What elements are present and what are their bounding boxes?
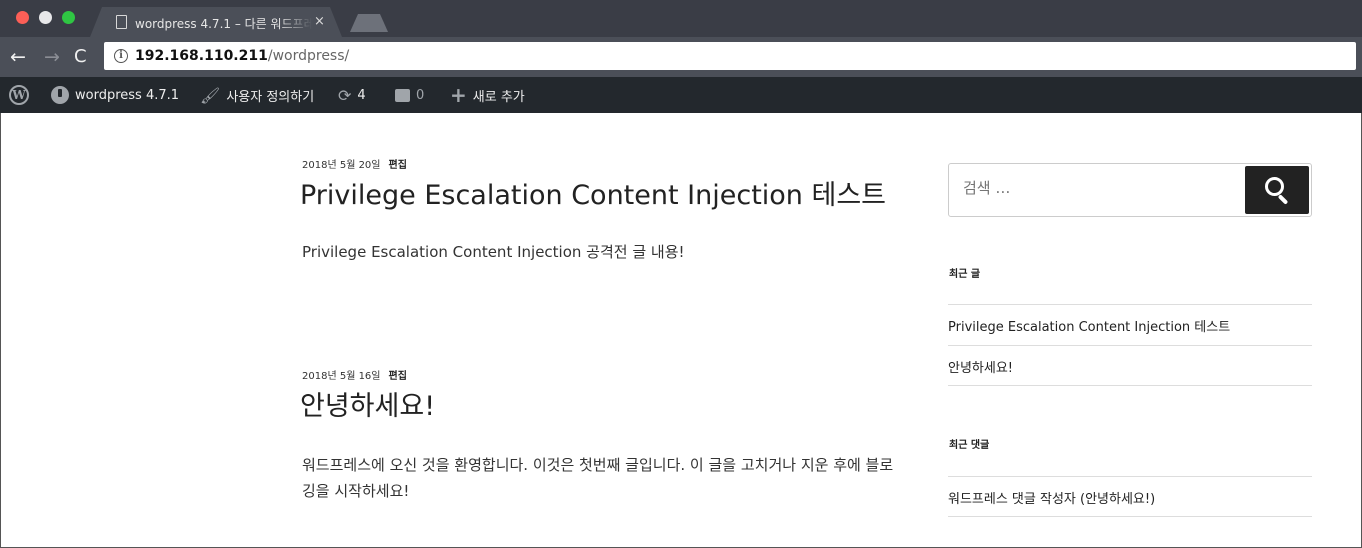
comments-count: 0: [416, 87, 425, 103]
edit-post-link[interactable]: 편집: [389, 371, 407, 382]
address-bar[interactable]: i 192.168.110.211/wordpress/: [104, 42, 1356, 70]
back-arrow-icon[interactable]: ←: [10, 45, 26, 69]
wordpress-logo-icon: W: [9, 85, 29, 105]
post-title[interactable]: Privilege Escalation Content Injection 테…: [300, 173, 886, 212]
paintbrush-icon: 🖌: [200, 85, 221, 105]
new-content-label: 새로 추가: [472, 89, 525, 105]
customize-label: 사용자 정의하기: [226, 89, 315, 105]
recent-post-link[interactable]: Privilege Escalation Content Injection 테…: [948, 304, 1312, 345]
browser-toolbar: ← → C i 192.168.110.211/wordpress/: [0, 37, 1362, 77]
browser-tabstrip: wordpress 4.7.1 – 다른 워드프레스 ×: [0, 0, 1362, 37]
updates-link[interactable]: ⟳ 4: [338, 77, 366, 113]
post-date[interactable]: 2018년 5월 20일: [302, 160, 381, 171]
page-content: 2018년 5월 20일 편집 Privilege Escalation Cont…: [0, 113, 1362, 548]
recent-posts-title: 최근 글: [949, 269, 981, 280]
recent-posts-list: Privilege Escalation Content Injection 테…: [948, 304, 1312, 386]
post-date[interactable]: 2018년 5월 16일: [302, 371, 381, 382]
wp-admin-bar: W wordpress 4.7.1 🖌 사용자 정의하기 ⟳ 4 0 + 새로 …: [0, 77, 1362, 113]
window-minimize-button[interactable]: [39, 11, 52, 24]
plus-icon: +: [450, 83, 467, 107]
page-icon: [116, 15, 127, 29]
post-title[interactable]: 안녕하세요!: [300, 384, 435, 423]
tab-title: wordpress 4.7.1 – 다른 워드프레스: [135, 17, 313, 31]
search-icon: [1265, 177, 1284, 196]
recent-comment-link[interactable]: 워드프레스 댓글 작성자 (안녕하세요!): [948, 476, 1312, 517]
window-zoom-button[interactable]: [62, 11, 75, 24]
post-body: Privilege Escalation Content Injection 공…: [302, 243, 685, 261]
url-host: 192.168.110.211: [135, 48, 268, 64]
site-info-icon[interactable]: i: [114, 49, 128, 63]
browser-tab-active[interactable]: wordpress 4.7.1 – 다른 워드프레스 ×: [90, 7, 342, 37]
forward-arrow-icon[interactable]: →: [44, 45, 60, 69]
post-meta: 2018년 5월 20일 편집: [302, 156, 407, 171]
site-name-menu[interactable]: wordpress 4.7.1: [51, 77, 179, 113]
customize-link[interactable]: 🖌 사용자 정의하기: [200, 77, 314, 113]
post-body: 워드프레스에 오신 것을 환영합니다. 이것은 첫번째 글입니다. 이 글을 고…: [302, 456, 894, 500]
post-meta: 2018년 5월 16일 편집: [302, 367, 407, 382]
search-input[interactable]: [963, 179, 1233, 197]
new-content-menu[interactable]: + 새로 추가: [450, 77, 525, 113]
dashboard-icon: [51, 86, 69, 104]
reload-icon[interactable]: C: [74, 45, 87, 69]
url-text[interactable]: 192.168.110.211/wordpress/: [135, 48, 349, 64]
search-form: [948, 163, 1312, 217]
edit-post-link[interactable]: 편집: [389, 160, 407, 171]
wp-logo-menu[interactable]: W: [9, 77, 29, 113]
updates-count: 4: [357, 87, 366, 103]
window-close-button[interactable]: [16, 11, 29, 24]
comments-link[interactable]: 0: [395, 77, 424, 113]
recent-comments-list: 워드프레스 댓글 작성자 (안녕하세요!): [948, 476, 1312, 517]
recent-post-link[interactable]: 안녕하세요!: [948, 345, 1312, 386]
url-path: /wordpress/: [267, 48, 350, 64]
recent-comments-title: 최근 댓글: [949, 440, 990, 451]
search-button[interactable]: [1245, 166, 1309, 214]
site-name-label: wordpress 4.7.1: [75, 87, 180, 103]
updates-icon: ⟳: [338, 85, 352, 105]
tab-close-icon[interactable]: ×: [314, 14, 325, 29]
comment-bubble-icon: [395, 88, 410, 102]
new-tab-button[interactable]: [350, 14, 388, 32]
